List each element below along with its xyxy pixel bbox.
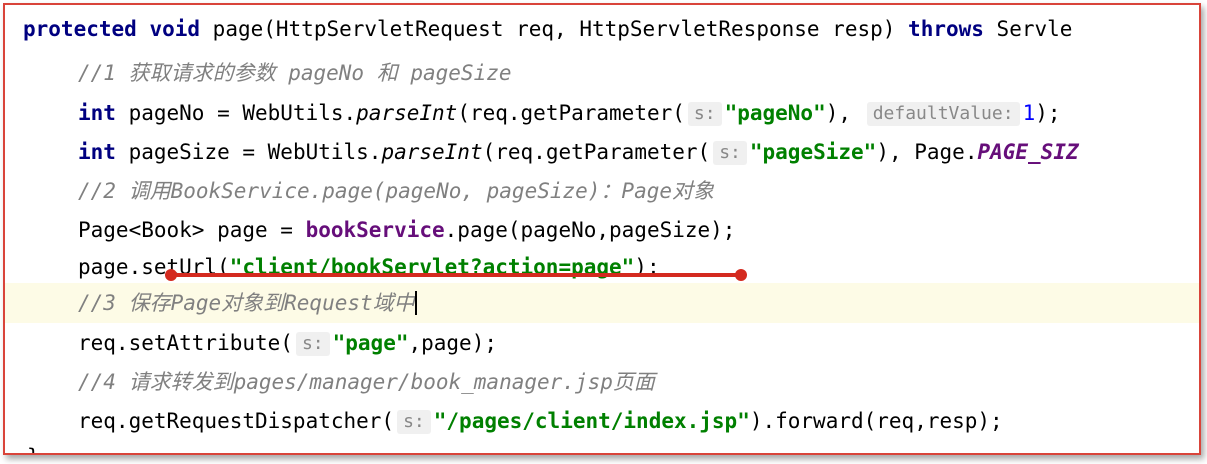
string-literal: "page"	[332, 331, 409, 355]
keyword: protected	[23, 17, 137, 41]
parameter-hint: s:	[295, 332, 330, 356]
code-text: .page(pageNo,pageSize);	[444, 218, 736, 242]
parameter-hint: s:	[397, 410, 431, 434]
code-line-2: //1 获取请求的参数 pageNo 和 pageSize	[5, 53, 1199, 93]
parameter-hint: defaultValue:	[866, 102, 1020, 126]
keyword: int	[78, 140, 116, 164]
code-line-7: page.setUrl("client/bookServlet?action=p…	[5, 247, 1199, 287]
code-text: Page<Book> page =	[78, 218, 306, 242]
string-literal: "pageSize"	[749, 140, 877, 164]
code-comment: //1 获取请求的参数 pageNo 和 pageSize	[78, 61, 512, 85]
code-comment: //4 请求转发到pages/manager/book_manager.jsp页…	[78, 370, 655, 394]
code-text: page(HttpServletRequest req, HttpServlet…	[200, 17, 909, 41]
code-text: (req.getParameter(	[457, 101, 685, 125]
code-line-10: //4 请求转发到pages/manager/book_manager.jsp页…	[5, 362, 1199, 402]
code-text: req.setAttribute(	[78, 331, 293, 355]
code-editor-screenshot: protected void page(HttpServletRequest r…	[3, 3, 1201, 455]
code-text: ,page);	[408, 331, 497, 355]
code-comment: //3 保存Page对象到Request域中	[78, 291, 415, 315]
code-line-4: int pageSize = WebUtils.parseInt(req.get…	[5, 132, 1199, 172]
code-line-1: protected void page(HttpServletRequest r…	[5, 9, 1199, 49]
code-line-8-current: //3 保存Page对象到Request域中	[5, 283, 1199, 323]
code-text: ).forward(req,resp);	[749, 409, 1003, 433]
static-field: PAGE_SIZ	[977, 140, 1079, 164]
code-line-3: int pageNo = WebUtils.parseInt(req.getPa…	[5, 93, 1199, 133]
keyword: void	[149, 17, 201, 41]
code-text: req.getRequestDispatcher(	[78, 409, 395, 433]
code-line-5: //2 调用BookService.page(pageNo, pageSize)…	[5, 171, 1199, 211]
red-annotation-underline	[170, 273, 742, 277]
code-line-9: req.setAttribute(s: "page",page);	[5, 323, 1199, 363]
code-text: pageSize = WebUtils.	[115, 140, 382, 164]
code-text: ),	[825, 101, 852, 125]
string-literal: "pageNo"	[724, 101, 826, 125]
code-text: Servle	[983, 17, 1073, 41]
keyword: int	[78, 101, 116, 125]
code-line-11: req.getRequestDispatcher(s: "/pages/clien…	[5, 401, 1199, 441]
closing-brace: }	[27, 445, 40, 453]
red-annotation-dot-start	[165, 269, 177, 281]
text-caret	[414, 291, 417, 315]
code-line-6: Page<Book> page = bookService.page(pageN…	[5, 210, 1199, 250]
static-method: parseInt	[381, 140, 483, 164]
code-text: (req.getParameter(	[482, 140, 711, 164]
code-line-12: }	[5, 437, 1199, 453]
parameter-hint: s:	[713, 141, 747, 165]
code-text: ), Page.	[876, 140, 978, 164]
code-comment: //2 调用BookService.page(pageNo, pageSize)…	[78, 179, 715, 203]
code-text: );	[1035, 101, 1061, 125]
red-annotation-dot-end	[735, 269, 747, 281]
static-method: parseInt	[356, 101, 458, 125]
code-text: pageNo = WebUtils.	[115, 101, 357, 125]
string-literal: "/pages/client/index.jsp"	[433, 409, 750, 433]
parameter-hint: s:	[687, 102, 722, 126]
number-literal: 1	[1022, 101, 1036, 125]
instance-field: bookService	[305, 218, 445, 242]
keyword: throws	[908, 17, 984, 41]
code-area[interactable]: protected void page(HttpServletRequest r…	[5, 5, 1199, 453]
